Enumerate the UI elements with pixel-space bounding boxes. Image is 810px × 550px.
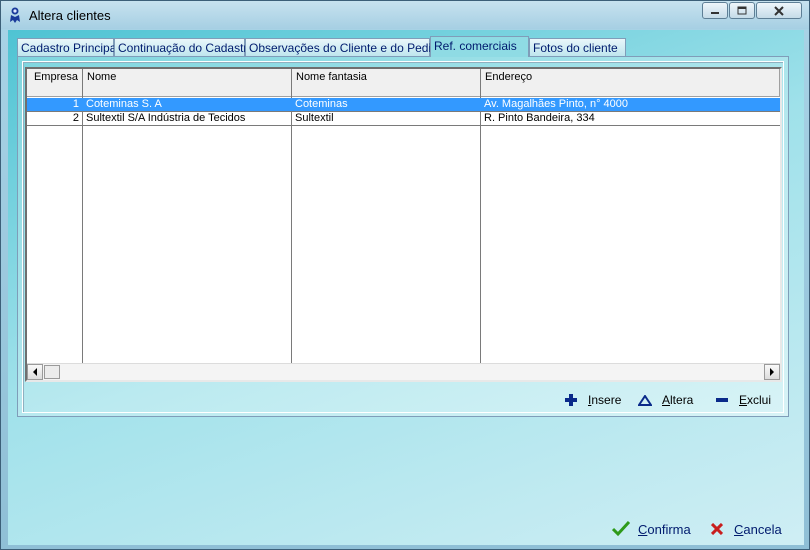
maximize-icon	[737, 6, 747, 15]
insere-button[interactable]: Insere	[563, 392, 621, 408]
table-row[interactable]: 2 Sultextil S/A Indústria de Tecidos Sul…	[27, 112, 780, 125]
column-header-nome-fantasia[interactable]: Nome fantasia	[292, 69, 481, 97]
cell-empresa: 1	[72, 98, 79, 110]
tab-ref-comerciais[interactable]: Ref. comerciais	[430, 36, 529, 57]
plus-icon	[563, 393, 579, 407]
checkmark-icon	[612, 520, 630, 538]
exclui-button[interactable]: Exclui	[714, 392, 771, 408]
column-header-endereco[interactable]: Endereço	[481, 69, 780, 97]
altera-button[interactable]: Altera	[637, 392, 693, 408]
cell-endereco: R. Pinto Bandeira, 334	[484, 112, 595, 124]
person-ribbon-icon	[10, 7, 20, 23]
scroll-right-button[interactable]	[764, 364, 780, 380]
grid-header: Empresa Nome Nome fantasia Endereço	[27, 69, 780, 97]
cell-nome-fantasia: Coteminas	[295, 98, 348, 110]
cancel-x-icon	[708, 520, 726, 538]
close-icon	[774, 5, 784, 16]
tab-observacoes[interactable]: Observações do Cliente e do Pedido	[245, 38, 444, 56]
cell-nome: Coteminas S. A	[86, 98, 162, 110]
horizontal-scrollbar[interactable]	[27, 363, 780, 380]
minus-icon	[714, 393, 730, 407]
cell-endereco: Av. Magalhães Pinto, n° 4000	[484, 98, 629, 110]
client-area: Cadastro Principal Continuação do Cadast…	[8, 30, 804, 545]
cancela-button[interactable]: Cancela	[708, 519, 782, 539]
tab-fotos-do-cliente[interactable]: Fotos do cliente	[529, 38, 626, 56]
cancela-label: Cancela	[734, 521, 782, 537]
tab-cadastro-principal[interactable]: Cadastro Principal	[17, 38, 119, 56]
triangle-icon	[637, 393, 653, 407]
column-header-empresa[interactable]: Empresa	[27, 69, 83, 97]
cell-empresa: 2	[72, 112, 79, 124]
arrow-right-icon	[770, 368, 774, 376]
close-button[interactable]	[756, 2, 802, 19]
exclui-label: Exclui	[739, 393, 772, 407]
window-title: Altera clientes	[29, 8, 111, 23]
confirma-label: Confirma	[638, 521, 691, 537]
minimize-icon	[711, 11, 719, 14]
confirma-button[interactable]: Confirma	[612, 519, 691, 539]
scrollbar-thumb[interactable]	[44, 365, 60, 379]
row-divider	[27, 125, 780, 126]
arrow-left-icon	[33, 368, 37, 376]
cell-nome-fantasia: Sultextil	[295, 112, 334, 124]
column-header-nome[interactable]: Nome	[83, 69, 292, 97]
insere-label: Insere	[588, 393, 622, 407]
table-row[interactable]: 1 Coteminas S. A Coteminas Av. Magalhães…	[27, 98, 780, 111]
altera-clientes-window: Altera clientes Cadastro Principal Conti…	[0, 0, 810, 550]
minimize-button[interactable]	[702, 2, 728, 19]
cell-nome: Sultextil S/A Indústria de Tecidos	[86, 112, 246, 124]
ref-comerciais-panel: Empresa Nome Nome fantasia Endereço 1 Co…	[17, 56, 789, 417]
title-bar[interactable]: Altera clientes	[1, 1, 809, 29]
references-grid[interactable]: Empresa Nome Nome fantasia Endereço 1 Co…	[25, 67, 782, 382]
maximize-button[interactable]	[729, 2, 755, 19]
altera-label: Altera	[662, 393, 694, 407]
tab-continuacao-do-cadastro[interactable]: Continuação do Cadastro	[114, 38, 254, 56]
scroll-left-button[interactable]	[27, 364, 43, 380]
